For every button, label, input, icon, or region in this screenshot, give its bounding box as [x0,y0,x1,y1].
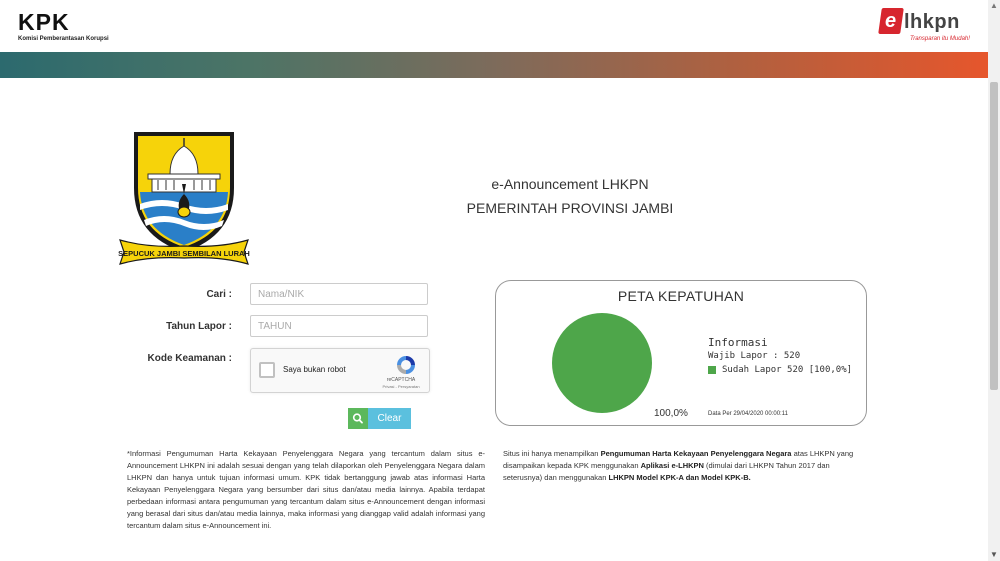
recaptcha-checkbox[interactable] [259,362,275,378]
announcement-title: e-Announcement LHKPN [491,176,649,192]
tahun-lapor-input[interactable] [250,315,428,337]
recaptcha-widget: Saya bukan robot reCAPTCHA Privasi - Per… [250,348,430,393]
announcement-subtitle: PEMERINTAH PROVINSI JAMBI [466,200,674,216]
data-per-timestamp: Data Per 29/04/2020 00:00:11 [708,411,788,417]
elhkpn-logo[interactable]: e lhkpn Transparan itu Mudah! [878,8,980,48]
scroll-thumb[interactable] [990,82,998,390]
header: KPK Komisi Pemberantasan Korupsi e lhkpn… [0,0,988,52]
gradient-banner [0,52,988,78]
cari-label: Cari : [206,289,232,300]
peta-kepatuhan-panel: PETA KEPATUHAN 100,0% Informasi Wajib La… [495,280,867,426]
compliance-pie-chart [552,313,652,413]
pie-slice-0[interactable] [552,313,652,413]
recaptcha-links[interactable]: Privasi - Persyaratan [375,384,427,389]
legend-swatch-sudah-lapor [708,366,716,374]
site-info-note: Situs ini hanya menampilkan Pengumuman H… [503,448,861,484]
peta-kepatuhan-title: PETA KEPATUHAN [617,288,745,304]
site-info-bold-3: LHKPN Model KPK-A dan Model KPK-B. [608,473,751,482]
disclaimer-note: *Informasi Pengumuman Harta Kekayaan Pen… [127,449,485,530]
legend-sudah-lapor: Sudah Lapor 520 [100,0%] [722,365,853,375]
jambi-emblem: SEPUCUK JAMBI SEMBILAN LURAH [118,132,250,265]
site-info-text-1: Situs ini hanya menampilkan [503,449,601,458]
scroll-down-arrow-icon[interactable]: ▼ [988,549,1000,561]
kpk-logo-subtitle: Komisi Pemberantasan Korupsi [18,36,109,42]
site-info-bold-1: Pengumuman Harta Kekayaan Penyelenggara … [600,449,792,458]
kpk-logo-text: KPK [18,9,70,35]
site-info-bold-2: Aplikasi e-LHKPN [640,461,704,470]
info-title: Informasi [708,336,768,349]
emblem-ribbon-text: SEPUCUK JAMBI SEMBILAN LURAH [118,249,250,258]
elhkpn-logo-e: e [885,10,897,32]
recaptcha-brand: reCAPTCHA [386,377,416,383]
kpk-logo[interactable]: KPK Komisi Pemberantasan Korupsi [18,10,128,44]
search-button[interactable] [348,408,368,429]
recaptcha-label: Saya bukan robot [283,365,346,374]
cari-input[interactable] [250,283,428,305]
tahun-lapor-label: Tahun Lapor : [166,321,232,332]
recaptcha-icon [397,356,415,374]
elhkpn-logo-text: lhkpn [904,11,960,33]
pie-percent-label: 100,0% [654,408,688,419]
scroll-up-arrow-icon[interactable]: ▲ [988,0,1000,12]
clear-button[interactable]: Clear [368,408,411,429]
elhkpn-tagline: Transparan itu Mudah! [910,36,970,42]
wajib-lapor-text: Wajib Lapor : 520 [708,351,801,361]
page-scrollbar[interactable]: ▲ ▼ [988,0,1000,561]
kode-keamanan-label: Kode Keamanan : [147,353,232,364]
search-icon [352,413,363,424]
